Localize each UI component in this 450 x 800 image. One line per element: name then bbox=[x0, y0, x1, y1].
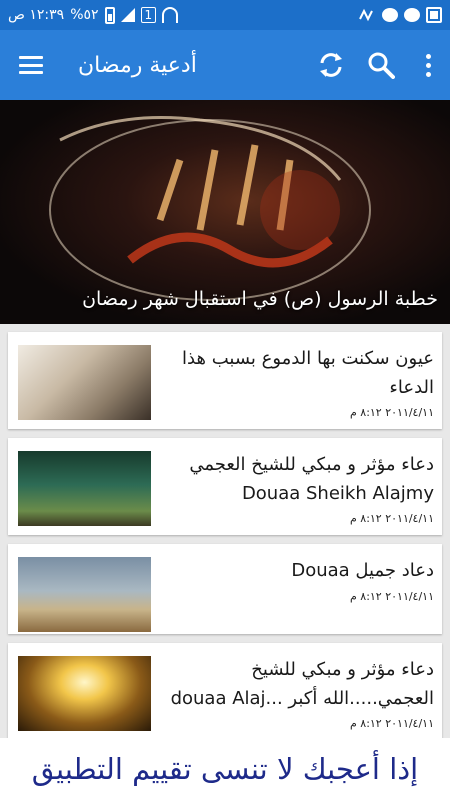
status-bar: ١٢:٣٩ ص %٥٢ 1 bbox=[0, 0, 450, 30]
rate-app-text: إذا أعجبك لا تنسى تقييم التطبيق bbox=[31, 752, 419, 786]
item-title: دعاء مؤثر و مبكي للشيخ العجمي.....الله أ… bbox=[170, 659, 434, 709]
thumbnail-image bbox=[18, 345, 151, 420]
refresh-icon bbox=[320, 53, 342, 77]
battery-icon bbox=[104, 6, 115, 24]
search-icon bbox=[368, 52, 395, 79]
item-date: ٢٠١١/٤/١١ ٨:١٢ م bbox=[349, 590, 434, 603]
more-button[interactable] bbox=[406, 30, 450, 100]
item-date: ٢٠١١/٤/١١ ٨:١٢ م bbox=[349, 717, 434, 730]
app-notification-icon bbox=[426, 7, 442, 23]
wifi-icon bbox=[162, 7, 179, 23]
hero-caption: خطبة الرسول (ص) في استقبال شهر رمضان bbox=[82, 288, 438, 310]
sim-slot-badge: 1 bbox=[140, 7, 157, 23]
messenger-icon-2 bbox=[404, 8, 420, 22]
item-date: ٢٠١١/٤/١١ ٨:١٢ م bbox=[349, 406, 434, 419]
video-list: عيون سكنت بها الدموع بسبب هذا الدعاء ٢٠١… bbox=[8, 332, 442, 748]
item-title: دعاء مؤثر و مبكي للشيخ العجمي Douaa Shei… bbox=[189, 454, 434, 504]
list-item[interactable]: دعاد جميل Douaa ٢٠١١/٤/١١ ٨:١٢ م bbox=[8, 544, 442, 634]
item-title: دعاد جميل Douaa bbox=[291, 560, 434, 581]
refresh-button[interactable] bbox=[306, 30, 356, 100]
app-title: أدعية رمضان bbox=[78, 52, 197, 78]
rate-app-banner[interactable]: إذا أعجبك لا تنسى تقييم التطبيق bbox=[0, 738, 450, 800]
thumbnail-image bbox=[18, 656, 151, 731]
menu-button[interactable] bbox=[6, 30, 56, 100]
list-item[interactable]: دعاء مؤثر و مبكي للشيخ العجمي.....الله أ… bbox=[8, 643, 442, 739]
signal-icon bbox=[120, 8, 135, 22]
status-left: ١٢:٣٩ ص %٥٢ 1 bbox=[8, 6, 179, 24]
more-vert-icon bbox=[425, 53, 431, 77]
item-date: ٢٠١١/٤/١١ ٨:١٢ م bbox=[349, 512, 434, 525]
search-button[interactable] bbox=[356, 30, 406, 100]
item-title: عيون سكنت بها الدموع بسبب هذا الدعاء bbox=[182, 348, 434, 398]
list-item[interactable]: عيون سكنت بها الدموع بسبب هذا الدعاء ٢٠١… bbox=[8, 332, 442, 429]
list-item[interactable]: دعاء مؤثر و مبكي للشيخ العجمي Douaa Shei… bbox=[8, 438, 442, 535]
thumbnail-image bbox=[18, 451, 151, 526]
thumbnail-image bbox=[18, 557, 151, 632]
vibrate-icon bbox=[358, 7, 376, 23]
menu-icon bbox=[19, 56, 43, 74]
status-right bbox=[358, 7, 442, 23]
featured-item[interactable]: خطبة الرسول (ص) في استقبال شهر رمضان bbox=[0, 100, 450, 324]
app-bar: أدعية رمضان bbox=[0, 30, 450, 100]
battery-level: %٥٢ bbox=[70, 7, 99, 23]
messenger-icon bbox=[382, 8, 398, 22]
clock: ١٢:٣٩ ص bbox=[8, 7, 65, 23]
